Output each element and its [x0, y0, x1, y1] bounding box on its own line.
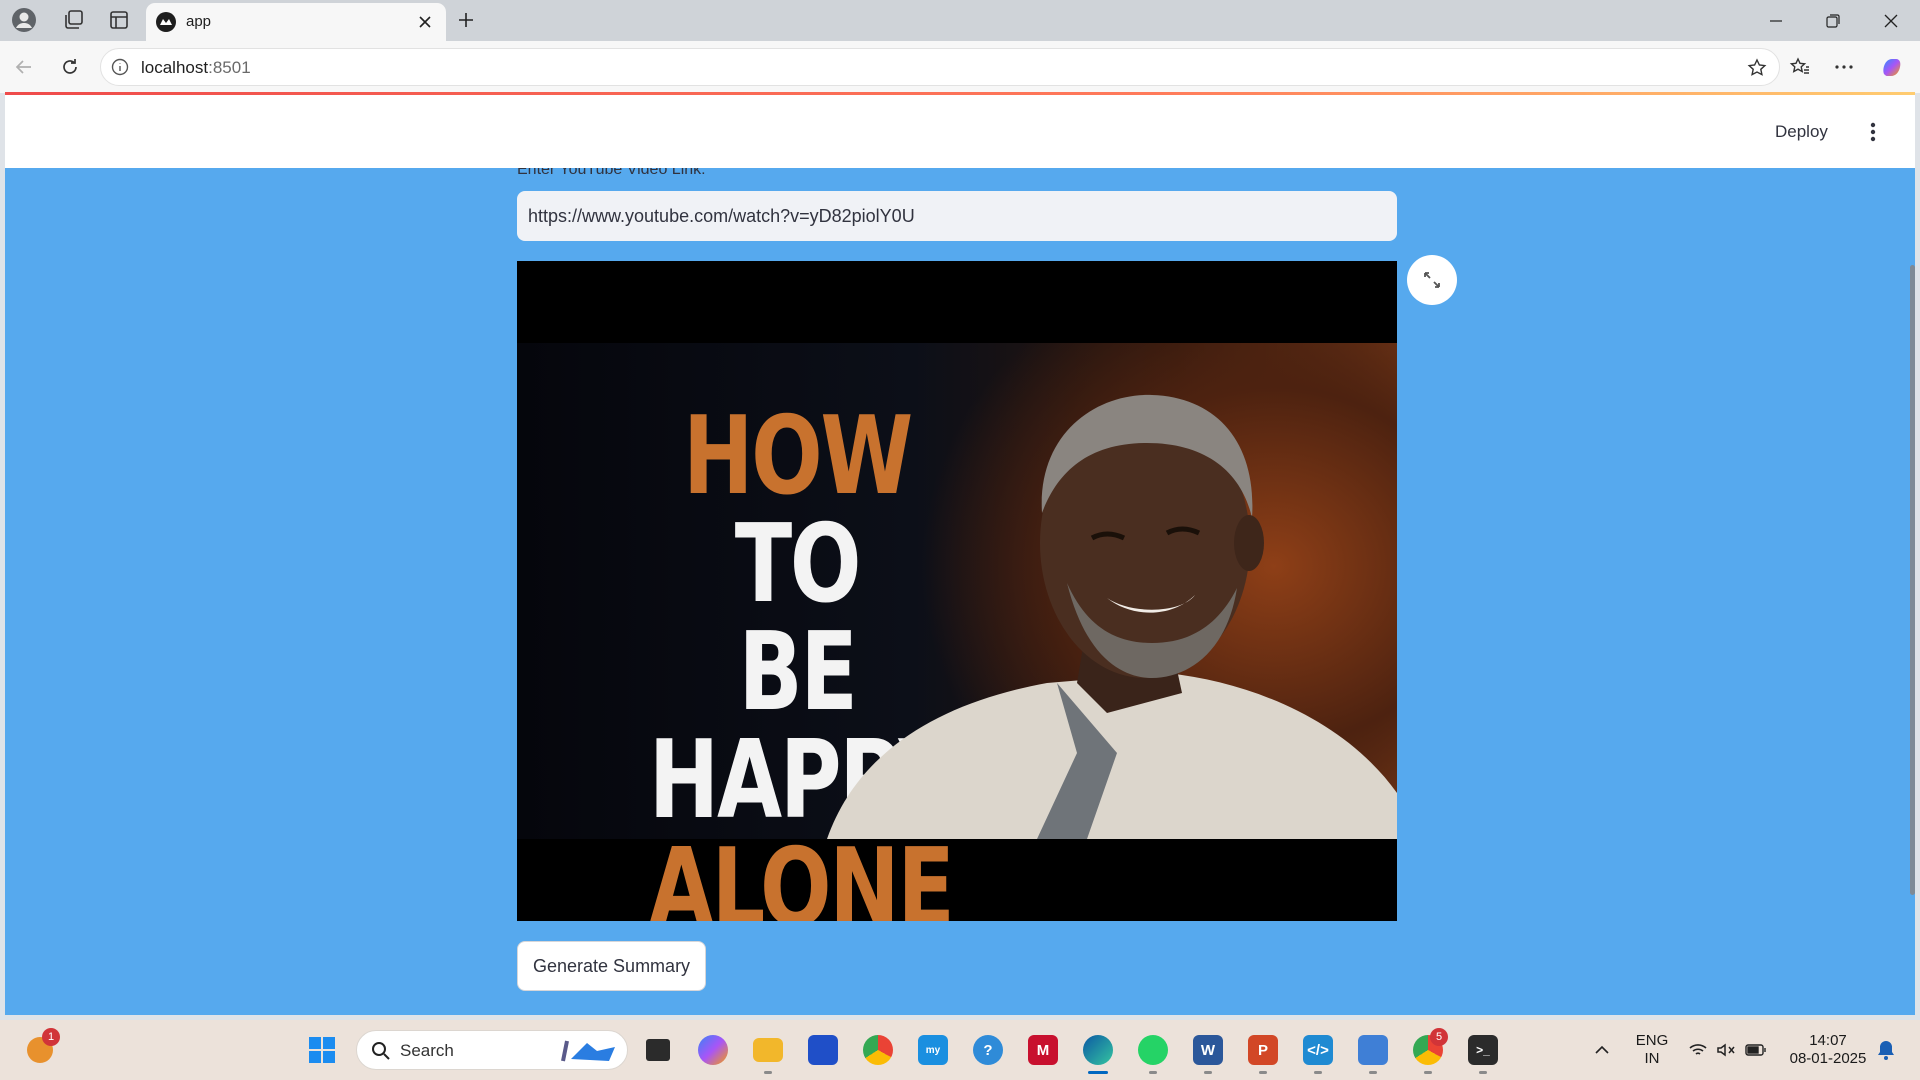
streamlit-favicon-icon	[156, 12, 176, 32]
weather-widget-icon[interactable]: 1	[20, 1028, 60, 1070]
edge-icon[interactable]	[1078, 1030, 1118, 1074]
browser-toolbar: localhost:8501	[0, 41, 1920, 93]
url-text: localhost:8501	[141, 58, 251, 77]
video-thumbnail: HOW TO BE HAPPY ALONE	[517, 343, 1397, 921]
close-window-button[interactable]	[1868, 4, 1914, 38]
chrome-badge: 5	[1430, 1028, 1448, 1046]
video-link-input[interactable]	[517, 191, 1397, 241]
youtube-video-player[interactable]: HOW TO BE HAPPY ALONE	[517, 261, 1397, 921]
app-header: Deploy	[5, 95, 1915, 168]
get-help-icon[interactable]: ?	[968, 1030, 1008, 1070]
workspaces-icon[interactable]	[60, 6, 88, 34]
close-tab-icon[interactable]	[414, 11, 436, 33]
battery-icon[interactable]	[1736, 1030, 1776, 1070]
word-icon[interactable]: W	[1188, 1030, 1228, 1074]
tab-title: app	[186, 13, 212, 30]
input-language[interactable]: ENG IN	[1630, 1032, 1674, 1068]
generate-summary-button[interactable]: Generate Summary	[517, 941, 707, 991]
show-hidden-icons-chevron-icon[interactable]	[1582, 1030, 1622, 1070]
copilot-app-icon[interactable]	[693, 1030, 733, 1070]
chrome-icon[interactable]	[858, 1030, 898, 1070]
task-view-icon[interactable]	[638, 1030, 678, 1070]
deploy-button[interactable]: Deploy	[1767, 117, 1836, 147]
powerpoint-icon[interactable]: P	[1243, 1030, 1283, 1074]
terminal-icon[interactable]: >_	[1463, 1030, 1503, 1074]
start-button[interactable]	[302, 1030, 342, 1070]
windows-taskbar: 1 Search my ? M W P </> 5 >_ ENG IN 14:0…	[0, 1020, 1920, 1080]
search-icon	[372, 1042, 390, 1060]
profile-icon[interactable]	[10, 6, 38, 34]
copilot-icon[interactable]	[1876, 51, 1908, 83]
active-tab[interactable]: app	[146, 3, 446, 41]
microsoft-store-icon[interactable]	[803, 1030, 843, 1070]
search-highlight-icon	[561, 1040, 615, 1062]
notification-bell-icon[interactable]	[1866, 1030, 1906, 1070]
clock[interactable]: 14:07 08-01-2025	[1780, 1032, 1876, 1068]
vertical-tabs-icon[interactable]	[105, 6, 133, 34]
clock-time: 14:07	[1809, 1032, 1847, 1049]
app-viewport: Deploy Enter YouTube Video Link: HOW TO …	[5, 95, 1915, 1015]
restore-button[interactable]	[1810, 4, 1856, 38]
fullscreen-button[interactable]	[1407, 255, 1457, 305]
refresh-button[interactable]	[54, 51, 86, 83]
file-explorer-icon[interactable]	[748, 1030, 788, 1074]
myhp-icon[interactable]: my	[913, 1030, 953, 1070]
main-menu-icon[interactable]	[1858, 117, 1888, 147]
address-bar[interactable]: localhost:8501	[100, 48, 1780, 86]
taskbar-search[interactable]: Search	[356, 1030, 628, 1070]
chrome-profile-icon[interactable]: 5	[1408, 1028, 1448, 1074]
new-tab-button[interactable]	[452, 6, 480, 34]
headline-line-alone: ALONE	[648, 826, 955, 922]
favorite-star-icon[interactable]	[1745, 56, 1769, 80]
favorites-icon[interactable]	[1784, 51, 1816, 83]
person-illustration	[827, 394, 1397, 839]
back-button[interactable]	[8, 51, 40, 83]
notepad-icon[interactable]	[1353, 1030, 1393, 1074]
page-scrollbar[interactable]	[1910, 265, 1915, 895]
more-menu-icon[interactable]	[1828, 51, 1860, 83]
vscode-icon[interactable]: </>	[1298, 1030, 1338, 1074]
minimize-button[interactable]	[1753, 4, 1799, 38]
browser-tab-strip: app	[0, 0, 1920, 41]
whatsapp-icon[interactable]	[1133, 1030, 1173, 1074]
search-label: Search	[400, 1041, 454, 1060]
site-info-icon[interactable]	[111, 58, 129, 76]
clock-date: 08-01-2025	[1789, 1050, 1867, 1067]
mcafee-icon[interactable]: M	[1023, 1030, 1063, 1070]
weather-badge: 1	[42, 1028, 60, 1046]
